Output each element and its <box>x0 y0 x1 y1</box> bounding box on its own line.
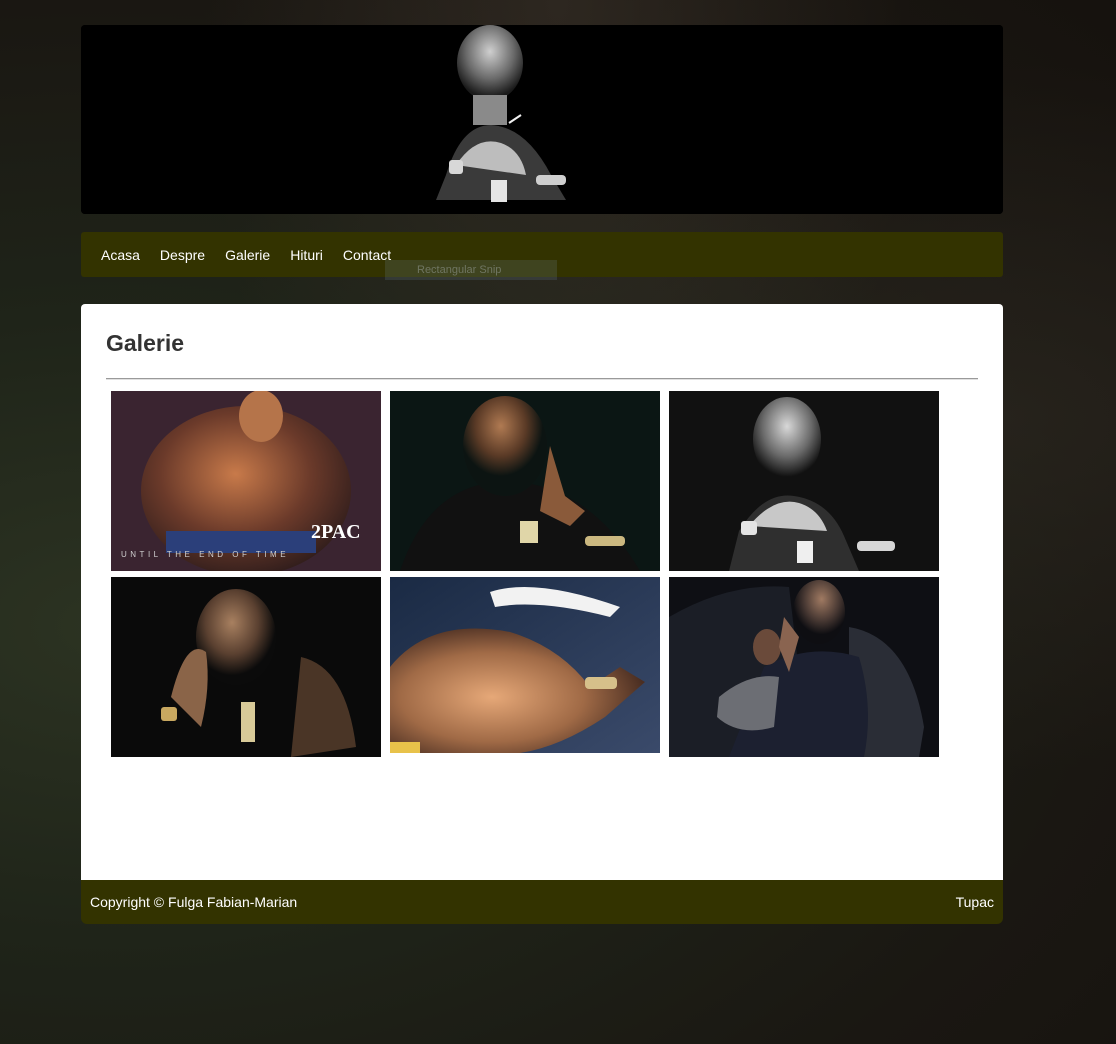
photo-icon: 2PAC UNTIL THE END OF TIME <box>111 391 381 571</box>
gallery-image-3[interactable] <box>669 391 939 571</box>
photo-icon <box>669 391 939 571</box>
page-wrapper: Acasa Despre Galerie Hituri Contact Gale… <box>81 25 1003 924</box>
gallery-image-4[interactable] <box>111 577 381 757</box>
caption-2pac: 2PAC <box>311 521 361 543</box>
nav-item-galerie[interactable]: Galerie <box>215 247 280 263</box>
snip-tooltip: Rectangular Snip <box>385 260 557 280</box>
gallery-image-2[interactable] <box>390 391 660 571</box>
photo-icon <box>390 577 660 757</box>
footer-site-name: Tupac <box>955 894 994 910</box>
header-banner <box>81 25 1003 214</box>
photo-icon <box>111 577 381 757</box>
gallery-image-6[interactable] <box>669 577 939 757</box>
header-portrait-image <box>81 25 1003 214</box>
nav-item-acasa[interactable]: Acasa <box>91 247 150 263</box>
gallery-image-1[interactable]: 2PAC UNTIL THE END OF TIME <box>111 391 381 571</box>
photo-icon <box>390 391 660 571</box>
nav-item-despre[interactable]: Despre <box>150 247 215 263</box>
footer-copyright: Copyright © Fulga Fabian-Marian <box>90 894 298 910</box>
gallery-image-5[interactable] <box>390 577 660 757</box>
nav-item-hituri[interactable]: Hituri <box>280 247 333 263</box>
content-panel: Galerie 2PAC UNTIL THE END OF TIME <box>81 304 1003 880</box>
footer: Copyright © Fulga Fabian-Marian Tupac <box>81 880 1003 924</box>
page-title: Galerie <box>106 330 184 356</box>
caption-until: UNTIL THE END OF TIME <box>121 550 289 559</box>
title-divider <box>106 378 978 380</box>
photo-icon <box>669 577 939 757</box>
